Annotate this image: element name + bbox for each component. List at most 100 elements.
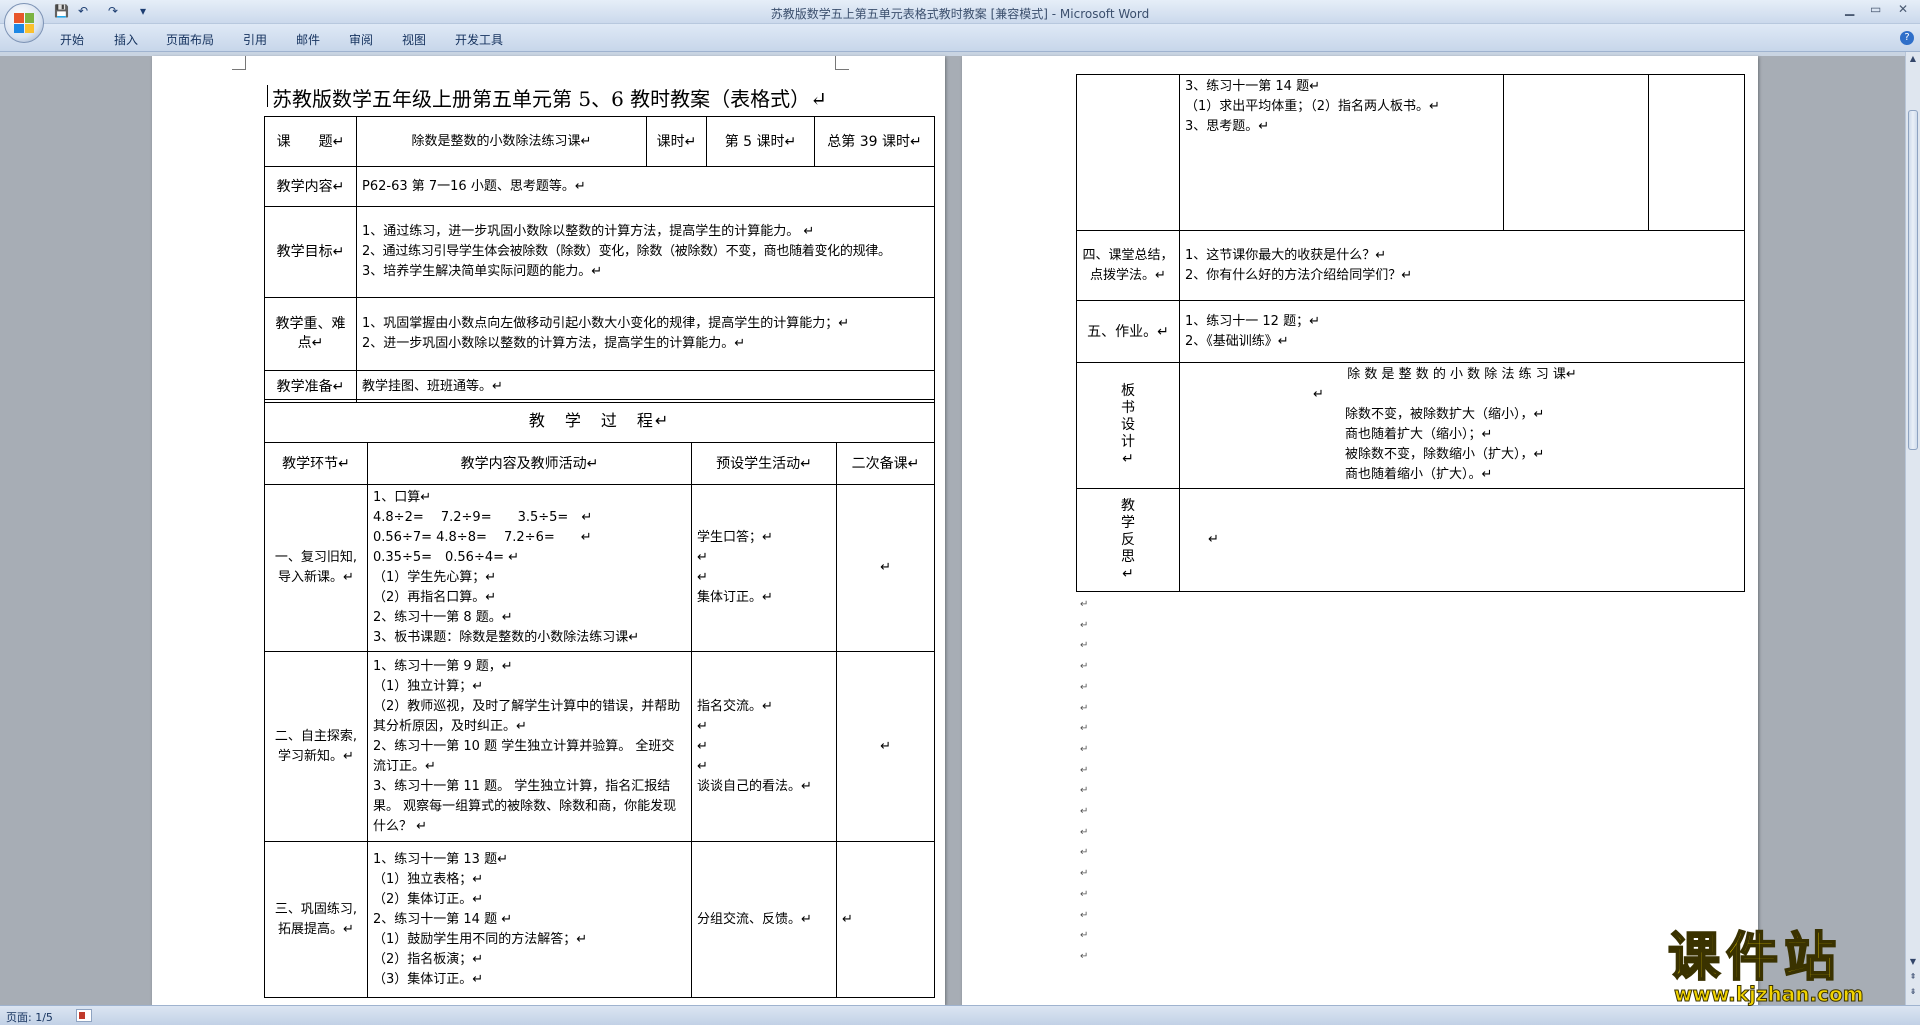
tab-review[interactable]: 审阅 xyxy=(349,31,373,48)
document-workspace[interactable]: 苏教版数学五年级上册第五单元第 5、6 教时教案（表格式）↵ 课 题↵ 除数是整… xyxy=(0,56,1905,1005)
period-label: 课时↵ xyxy=(646,116,707,167)
window-title: 苏教版数学五上第五单元表格式教时教案 [兼容模式] - Microsoft Wo… xyxy=(770,7,1150,21)
paragraph-mark: ↵ xyxy=(1080,847,1089,859)
activity-line: 0.56÷7= 4.8÷8= 7.2÷6= ↵ xyxy=(373,530,592,545)
activity-line: （1）求出平均体重；（2）指名两人板书。↵ xyxy=(1185,99,1440,114)
summary-line: 2、你有什么好的方法介绍给同学们？↵ xyxy=(1185,267,1413,283)
activity-line: （2）集体订正。↵ xyxy=(373,891,484,907)
board-line: 商也随着缩小（扩大）。↵ xyxy=(1345,467,1493,482)
homework-line: 2、《基础训练》↵ xyxy=(1185,333,1289,349)
activity-line: 2、练习十一第 14 题 ↵ xyxy=(373,911,513,927)
activity-line: 0.35÷5= 0.56÷4= ↵ xyxy=(373,550,520,565)
column-header: 预设学生活动↵ xyxy=(691,442,837,485)
tab-references[interactable]: 引用 xyxy=(243,31,267,48)
goal-label: 教学目标↵ xyxy=(264,206,357,298)
paragraph-mark: ↵ xyxy=(1080,785,1089,797)
goal-line: 3、培养学生解决简单实际问题的能力。↵ xyxy=(362,264,603,279)
student-line: ↵ xyxy=(697,718,708,734)
board-label-cell: 板书设计↵ xyxy=(1076,362,1180,489)
process-table: 教 学 过 程↵ 教学环节↵ 教学内容及教师活动↵ 预设学生活动↵ 二次备课↵ … xyxy=(263,399,936,998)
student-line: 学生口答；↵ xyxy=(697,530,773,545)
reflect-cell: ↵ xyxy=(1179,488,1745,592)
activity-line: 1、练习十一第 9 题，↵ xyxy=(373,658,513,674)
tab-insert[interactable]: 插入 xyxy=(114,31,138,48)
paragraph-mark: ↵ xyxy=(1080,950,1089,962)
title-bar: 💾 ↶ ↷ ▾ 苏教版数学五上第五单元表格式教时教案 [兼容模式] - Micr… xyxy=(0,0,1920,24)
total-period-value: 总第 39 课时↵ xyxy=(814,116,935,167)
paragraph-mark: ↵ xyxy=(1080,909,1089,921)
column-header: 教学内容及教师活动↵ xyxy=(367,442,692,485)
topic-label: 课 题↵ xyxy=(264,116,357,167)
board-label: 板书设计↵ xyxy=(1121,383,1135,467)
prep-value: 教学挂图、班班通等。↵ xyxy=(356,370,935,403)
vertical-scrollbar[interactable]: ▲ ▼ ⇞ ⇟ xyxy=(1905,52,1920,1005)
student-line: 谈谈自己的看法。↵ xyxy=(697,778,812,794)
paragraph-mark: ↵ xyxy=(1080,826,1089,838)
goal-line: 1、通过练习，进一步巩固小数除以整数的计算方法，提高学生的计算能力。 ↵ xyxy=(362,224,815,239)
paragraph-mark: ↵ xyxy=(1080,930,1089,942)
maximize-button[interactable]: ▭ xyxy=(1870,2,1881,16)
activity-line: 3、思考题。↵ xyxy=(1185,119,1270,134)
paragraph-mark: ↵ xyxy=(1080,806,1089,818)
table-row: 3、练习十一第 14 题↵ （1）求出平均体重；（2）指名两人板书。↵ 3、思考… xyxy=(1076,74,1745,231)
office-button[interactable] xyxy=(4,3,44,43)
table-row: 三、巩固练习,拓展提高。↵ 1、练习十一第 13 题↵ （1）独立表格；↵ （2… xyxy=(264,841,936,998)
document-title: 苏教版数学五年级上册第五单元第 5、6 教时教案（表格式）↵ xyxy=(267,83,827,112)
process-heading: 教 学 过 程↵ xyxy=(263,399,936,443)
key-points-cell: 1、巩固掌握由小数点向左做移动引起小数大小变化的规律，提高学生的计算能力；↵ 2… xyxy=(356,297,935,371)
key-line: 2、进一步巩固小数除以整数的计算方法，提高学生的计算能力。↵ xyxy=(362,336,746,351)
ribbon-tabs: 开始 插入 页面布局 引用 邮件 审阅 视图 开发工具 xyxy=(0,24,1920,52)
column-header: 教学环节↵ xyxy=(264,442,368,485)
stage-cell: 二、自主探索,学习新知。↵ xyxy=(264,651,368,842)
activity-line: 3、练习十一第 11 题。 学生独立计算，指名汇报结果。 观察每一组算式的被除数… xyxy=(373,778,677,834)
board-line: 除数不变，被除数扩大（缩小），↵ xyxy=(1345,407,1545,422)
tab-home[interactable]: 开始 xyxy=(60,31,84,48)
activity-line: （1）独立计算；↵ xyxy=(373,678,484,694)
office-logo-icon xyxy=(14,13,34,33)
next-page-icon[interactable]: ⇟ xyxy=(1907,987,1919,999)
paragraph-mark: ↵ xyxy=(1080,681,1089,693)
page-1[interactable]: 苏教版数学五年级上册第五单元第 5、6 教时教案（表格式）↵ 课 题↵ 除数是整… xyxy=(152,56,945,1005)
homework-label: 五、作业。↵ xyxy=(1076,300,1180,363)
corner-mark xyxy=(232,56,246,70)
goal-cell: 1、通过练习，进一步巩固小数除以整数的计算方法，提高学生的计算能力。 ↵ 2、通… xyxy=(356,206,935,298)
prep-label: 教学准备↵ xyxy=(264,370,357,403)
homework-cell: 1、练习十一 12 题；↵ 2、《基础训练》↵ xyxy=(1179,300,1745,363)
paragraph-mark: ↵ xyxy=(1080,743,1089,755)
close-button[interactable]: ✕ xyxy=(1898,2,1908,16)
notes-cell: ↵ xyxy=(835,651,936,842)
content-label: 教学内容↵ xyxy=(264,166,357,207)
activity-line: （1）学生先心算；↵ xyxy=(373,570,497,585)
student-cell: 分组交流、反馈。↵ xyxy=(691,841,837,998)
watermark-brand: 课件站 xyxy=(1667,928,1843,988)
page-2[interactable]: 3、练习十一第 14 题↵ （1）求出平均体重；（2）指名两人板书。↵ 3、思考… xyxy=(962,56,1758,1005)
activity-line: （2）再指名口算。↵ xyxy=(373,590,497,605)
proofing-status-icon[interactable] xyxy=(76,1009,92,1022)
goal-line: 2、通过练习引导学生体会被除数（除数）变化，除数（被除数）不变，商也随着变化的规… xyxy=(362,244,891,259)
activity-line: 4.8÷2= 7.2÷9= 3.5÷5= ↵ xyxy=(373,510,593,525)
tab-mailings[interactable]: 邮件 xyxy=(296,31,320,48)
page-indicator[interactable]: 页面: 1/5 xyxy=(6,1009,53,1025)
tab-view[interactable]: 视图 xyxy=(402,31,426,48)
scrollbar-thumb[interactable] xyxy=(1908,110,1918,450)
key-points-label: 教学重、难点↵ xyxy=(264,297,357,371)
notes-cell: ↵ xyxy=(835,841,936,998)
continuation-table: 3、练习十一第 14 题↵ （1）求出平均体重；（2）指名两人板书。↵ 3、思考… xyxy=(1076,74,1745,592)
activity-cell: 1、练习十一第 9 题，↵ （1）独立计算；↵ （2）教师巡视，及时了解学生计算… xyxy=(367,651,692,842)
board-line: 被除数不变，除数缩小（扩大），↵ xyxy=(1345,447,1545,462)
previous-page-icon[interactable]: ⇞ xyxy=(1907,972,1919,984)
minimize-button[interactable]: ▁ xyxy=(1845,2,1854,16)
reflect-label-cell: 教学反思↵ xyxy=(1076,488,1180,592)
scroll-down-icon[interactable]: ▼ xyxy=(1907,957,1919,969)
tab-page-layout[interactable]: 页面布局 xyxy=(166,31,214,48)
student-cell xyxy=(1503,74,1649,231)
table-row: 板书设计↵ 除 数 是 整 数 的 小 数 除 法 练 习 课↵ ↵ 除数不变，… xyxy=(1076,362,1745,489)
stage-cell: 一、复习旧知,导入新课。↵ xyxy=(264,484,368,652)
activity-line: 3、板书课题：除数是整数的小数除法练习课↵ xyxy=(373,630,640,645)
activity-cell: 1、口算↵ 4.8÷2= 7.2÷9= 3.5÷5= ↵ 0.56÷7= 4.8… xyxy=(367,484,692,652)
scroll-up-icon[interactable]: ▲ xyxy=(1907,54,1919,66)
help-icon[interactable]: ? xyxy=(1900,31,1914,45)
activity-line: （1）鼓励学生用不同的方法解答；↵ xyxy=(373,931,588,947)
tab-developer[interactable]: 开发工具 xyxy=(455,31,503,48)
paragraph-mark: ↵ xyxy=(1080,619,1089,631)
